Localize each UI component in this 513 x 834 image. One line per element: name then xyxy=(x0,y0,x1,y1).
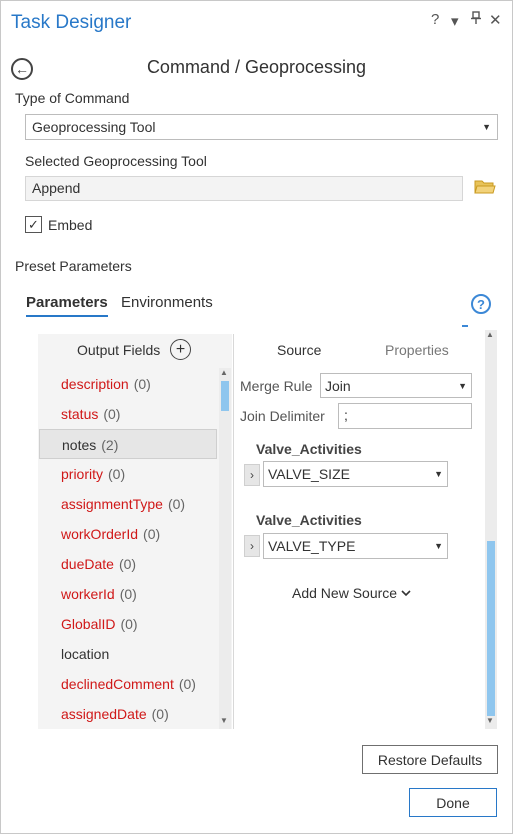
list-item[interactable]: dueDate (0) xyxy=(39,549,217,579)
list-item[interactable]: declinedComment (0) xyxy=(39,669,217,699)
help-icon[interactable]: ? xyxy=(431,11,439,28)
field-count: (0) xyxy=(108,466,126,482)
field-name: description xyxy=(61,376,129,392)
list-item[interactable]: priority (0) xyxy=(39,459,217,489)
tab-properties[interactable]: Properties xyxy=(385,342,449,358)
type-of-command-dropdown[interactable]: Geoprocessing Tool ▼ xyxy=(25,114,498,140)
restore-defaults-button[interactable]: Restore Defaults xyxy=(362,745,498,774)
chevron-down-icon: ▼ xyxy=(482,122,491,132)
merge-rule-dropdown[interactable]: Join ▼ xyxy=(320,373,472,398)
list-item[interactable]: workerId (0) xyxy=(39,579,217,609)
question-help-icon[interactable]: ? xyxy=(471,294,491,314)
field-name: workerId xyxy=(61,586,115,602)
field-count: (2) xyxy=(101,437,119,453)
join-delimiter-label: Join Delimiter xyxy=(240,408,325,424)
selected-tool-field: Append xyxy=(25,176,463,201)
list-item[interactable]: description (0) xyxy=(39,369,217,399)
merge-rule-label: Merge Rule xyxy=(240,378,313,394)
chevron-down-icon: ▼ xyxy=(458,380,467,391)
tab-source[interactable]: Source xyxy=(277,342,321,358)
field-name: location xyxy=(61,646,110,662)
fields-scroll-down-icon[interactable]: ▼ xyxy=(220,716,228,725)
source-field-dropdown[interactable]: VALVE_SIZE ▼ xyxy=(263,461,448,487)
tab-active-underline xyxy=(26,315,108,317)
menu-dropdown-icon[interactable]: ▾ xyxy=(451,12,459,30)
field-count: (0) xyxy=(143,526,161,542)
list-item[interactable]: workOrderId (0) xyxy=(39,519,217,549)
field-name: dueDate xyxy=(61,556,114,572)
expand-source-icon[interactable]: › xyxy=(244,535,260,557)
scroll-indicator xyxy=(462,325,468,327)
field-name: declinedComment xyxy=(61,676,174,692)
embed-checkbox[interactable]: ✓ xyxy=(25,216,42,233)
pin-icon[interactable] xyxy=(470,11,482,29)
list-item[interactable]: assignmentType (0) xyxy=(39,489,217,519)
folder-icon[interactable] xyxy=(474,178,496,199)
source-table-name: Valve_Activities xyxy=(256,512,362,528)
add-new-source-button[interactable]: Add New Source xyxy=(292,585,411,601)
field-count: (0) xyxy=(167,496,186,512)
done-button[interactable]: Done xyxy=(409,788,497,817)
field-name: assignedDate xyxy=(61,706,147,722)
field-count: (0) xyxy=(118,556,137,572)
type-of-command-label: Type of Command xyxy=(15,90,130,106)
expand-source-icon[interactable]: › xyxy=(244,464,260,486)
source-scroll-thumb[interactable] xyxy=(487,541,495,716)
tab-parameters[interactable]: Parameters xyxy=(26,294,108,311)
tab-environments[interactable]: Environments xyxy=(121,294,213,311)
selected-tool-label: Selected Geoprocessing Tool xyxy=(25,153,207,169)
field-count: (0) xyxy=(178,676,196,692)
add-field-icon[interactable]: + xyxy=(170,339,191,360)
list-item[interactable]: location xyxy=(39,639,217,669)
chevron-down-icon xyxy=(401,590,411,597)
field-name: GlobalID xyxy=(61,616,116,632)
list-item[interactable]: assignedDate (0) xyxy=(39,699,217,729)
fields-scroll-thumb[interactable] xyxy=(221,381,229,411)
fields-scrollbar[interactable] xyxy=(219,368,231,729)
source-table-name: Valve_Activities xyxy=(256,441,362,457)
field-name: notes xyxy=(62,437,97,453)
window-title: Task Designer xyxy=(11,12,132,33)
field-count: (0) xyxy=(120,616,138,632)
field-name: status xyxy=(61,406,99,422)
add-new-source-label: Add New Source xyxy=(292,585,398,601)
field-count: (0) xyxy=(151,706,169,722)
field-name: priority xyxy=(61,466,104,482)
pin-glyph xyxy=(471,11,481,24)
source-field-value: VALVE_TYPE xyxy=(268,538,356,554)
source-field-value: VALVE_SIZE xyxy=(268,466,350,482)
field-count: (0) xyxy=(119,586,137,602)
field-count: (0) xyxy=(133,376,151,392)
preset-parameters-label: Preset Parameters xyxy=(15,258,132,274)
list-item[interactable]: GlobalID (0) xyxy=(39,609,217,639)
output-fields-header: Output Fields xyxy=(77,342,161,358)
field-name: assignmentType xyxy=(61,496,163,512)
embed-label: Embed xyxy=(48,217,93,233)
list-item[interactable]: status (0) xyxy=(39,399,217,429)
page-title: Command / Geoprocessing xyxy=(146,57,367,77)
panel-divider xyxy=(233,334,234,729)
merge-rule-value: Join xyxy=(325,377,351,394)
close-icon[interactable]: ✕ xyxy=(489,11,502,29)
join-delimiter-input[interactable]: ; xyxy=(338,403,472,429)
chevron-down-icon: ▼ xyxy=(434,469,443,479)
list-item[interactable]: notes (2) xyxy=(39,429,217,459)
field-count: (0) xyxy=(103,406,121,422)
field-name: workOrderId xyxy=(61,526,139,542)
source-scroll-up-icon[interactable]: ▲ xyxy=(486,330,494,339)
fields-scroll-up-icon[interactable]: ▲ xyxy=(220,368,228,377)
type-of-command-value: Geoprocessing Tool xyxy=(32,119,156,135)
chevron-down-icon: ▼ xyxy=(434,541,443,551)
source-scroll-down-icon[interactable]: ▼ xyxy=(486,716,494,725)
source-field-dropdown[interactable]: VALVE_TYPE ▼ xyxy=(263,533,448,559)
